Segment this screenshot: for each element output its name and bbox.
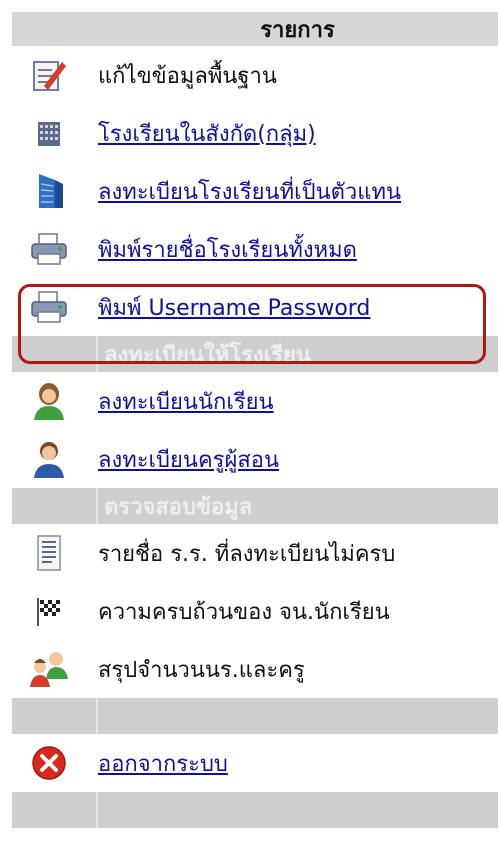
menu-item-edit-basic-info[interactable]: แก้ไขข้อมูลพื้นฐาน [12, 46, 498, 104]
section-divider [96, 792, 98, 828]
menu-item-incomplete-schools[interactable]: รายชื่อ ร.ร. ที่ลงทะเบียนไม่ครบ [12, 524, 498, 582]
menu-item-label: ลงทะเบียนนักเรียน [98, 389, 274, 415]
section-footer [12, 792, 498, 828]
menu-item-label: ลงทะเบียนโรงเรียนที่เป็นตัวแทน [98, 179, 401, 205]
sidebar-menu: รายการ แก้ไขข้อมูลพื้นฐาน โรงเรียนในสังก… [12, 12, 498, 828]
menu-item-register-students[interactable]: ลงทะเบียนนักเรียน [12, 372, 498, 430]
section-header-check-data: ตรวจสอบข้อมูล [12, 488, 498, 524]
menu-item-schools-in-group[interactable]: โรงเรียนในสังกัด(กลุ่ม) [12, 104, 498, 162]
menu-header: รายการ [12, 12, 498, 46]
menu-item-register-teachers[interactable]: ลงทะเบียนครูผู้สอน [12, 430, 498, 488]
student-icon [12, 380, 86, 422]
menu-item-label: รายชื่อ ร.ร. ที่ลงทะเบียนไม่ครบ [98, 541, 396, 567]
section-divider [96, 488, 98, 524]
menu-item-student-count-completeness[interactable]: ความครบถ้วนของ จน.นักเรียน [12, 582, 498, 640]
office-building-icon [12, 170, 86, 212]
group-icon [12, 649, 86, 689]
menu-item-register-representative[interactable]: ลงทะเบียนโรงเรียนที่เป็นตัวแทน [12, 162, 498, 220]
menu-item-label: โรงเรียนในสังกัด(กลุ่ม) [98, 121, 316, 147]
menu-item-label: พิมพ์รายชื่อโรงเรียนทั้งหมด [98, 237, 357, 263]
section-header-blank [12, 698, 498, 734]
section-divider [96, 698, 98, 734]
school-building-icon [12, 116, 86, 150]
menu-item-label: แก้ไขข้อมูลพื้นฐาน [98, 63, 277, 89]
section-title: ตรวจสอบข้อมูล [104, 494, 253, 520]
list-document-icon [12, 534, 86, 572]
menu-item-summary-students-teachers[interactable]: สรุปจำนวนนร.และครู [12, 640, 498, 698]
printer-icon [12, 232, 86, 266]
menu-item-label: ลงทะเบียนครูผู้สอน [98, 447, 280, 473]
menu-item-label: ความครบถ้วนของ จน.นักเรียน [98, 599, 390, 625]
highlight-box [18, 284, 486, 364]
menu-item-label: ออกจากระบบ [98, 751, 228, 777]
close-circle-icon [12, 745, 86, 781]
menu-item-label: สรุปจำนวนนร.และครู [98, 657, 305, 683]
checkered-flag-icon [12, 594, 86, 628]
teacher-icon [12, 438, 86, 480]
menu-item-print-all-schools[interactable]: พิมพ์รายชื่อโรงเรียนทั้งหมด [12, 220, 498, 278]
edit-document-icon [12, 56, 86, 94]
menu-item-logout[interactable]: ออกจากระบบ [12, 734, 498, 792]
